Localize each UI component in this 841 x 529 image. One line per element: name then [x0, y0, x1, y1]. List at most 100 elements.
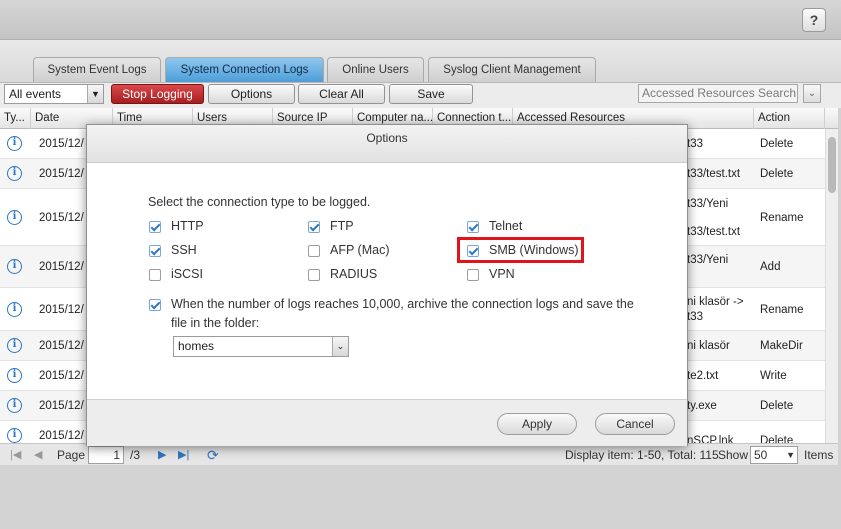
- afp-label: AFP (Mac): [330, 243, 390, 257]
- archive-folder-select[interactable]: homes ⌄: [173, 336, 349, 357]
- items-per-page-select[interactable]: 50 ▼: [750, 446, 798, 464]
- cancel-button[interactable]: Cancel: [595, 413, 675, 435]
- row-date: 2015/12/: [39, 370, 84, 382]
- info-icon: i: [7, 338, 22, 353]
- row-resource: ni klasör: [687, 340, 730, 352]
- row-date: 2015/12/: [39, 168, 84, 180]
- vertical-scrollbar[interactable]: [825, 129, 838, 443]
- options-button[interactable]: Options: [208, 84, 295, 104]
- items-per-page-value: 50: [754, 448, 768, 462]
- ftp-label: FTP: [330, 219, 354, 233]
- row-resource: t33/Yeni: [687, 254, 729, 266]
- archive-text-line1: When the number of logs reaches 10,000, …: [171, 297, 634, 311]
- items-label: Items: [804, 448, 834, 462]
- save-button[interactable]: Save: [389, 84, 473, 104]
- row-date: 2015/12/: [39, 261, 84, 273]
- row-date: 2015/12/: [39, 138, 84, 150]
- page-number-input[interactable]: 1: [88, 446, 124, 464]
- row-resource: t33: [687, 138, 703, 150]
- row-action: Delete: [760, 400, 794, 412]
- archive-folder-value: homes: [178, 339, 215, 353]
- bottom-area: [0, 466, 841, 529]
- tab-syslog-client-management[interactable]: Syslog Client Management: [428, 57, 596, 82]
- row-resource: ty.exe: [687, 400, 717, 412]
- radius-label: RADIUS: [330, 267, 378, 281]
- page-label: Page: [57, 448, 86, 462]
- first-page-icon[interactable]: |◀: [10, 444, 21, 466]
- row-date: 2015/12/: [39, 430, 84, 442]
- last-page-icon[interactable]: ▶|: [178, 444, 189, 466]
- info-icon: i: [7, 210, 22, 225]
- help-icon: ?: [809, 12, 819, 28]
- telnet-checkbox[interactable]: [467, 221, 479, 233]
- dialog-title: Options: [87, 125, 687, 163]
- ssh-checkbox[interactable]: [149, 245, 161, 257]
- row-action: Write: [760, 370, 787, 382]
- http-label: HTTP: [171, 219, 204, 233]
- http-checkbox[interactable]: [149, 221, 161, 233]
- stop-logging-button[interactable]: Stop Logging: [111, 84, 204, 104]
- scrollbar-thumb[interactable]: [828, 137, 836, 193]
- tab-system-connection-logs[interactable]: System Connection Logs: [165, 57, 324, 82]
- info-icon: i: [7, 428, 22, 443]
- accessed-resources-search-input[interactable]: Accessed Resources Search: [638, 84, 798, 103]
- row-resource: t33/test.txt: [687, 168, 741, 180]
- pagination-bar: |◀ ◀ Page 1 /3 ▶ ▶| ⟳ Display item: 1-50…: [0, 443, 838, 465]
- event-filter-value: All events: [9, 87, 62, 101]
- ftp-checkbox[interactable]: [308, 221, 320, 233]
- info-icon: i: [7, 166, 22, 181]
- info-icon: i: [7, 368, 22, 383]
- event-filter-select[interactable]: All events ▼: [4, 84, 104, 104]
- row-date: 2015/12/: [39, 340, 84, 352]
- ssh-label: SSH: [171, 243, 197, 257]
- vpn-label: VPN: [489, 267, 515, 281]
- info-icon: i: [7, 302, 22, 317]
- search-options-dropdown[interactable]: ⌄: [803, 84, 821, 103]
- row-resource: t33/Yeni: [687, 198, 729, 210]
- archive-checkbox[interactable]: [149, 299, 161, 311]
- apply-button[interactable]: Apply: [497, 413, 577, 435]
- vpn-checkbox[interactable]: [467, 269, 479, 281]
- next-page-icon[interactable]: ▶: [158, 444, 166, 466]
- telnet-label: Telnet: [489, 219, 523, 233]
- row-action: Delete: [760, 168, 794, 180]
- tab-online-users[interactable]: Online Users: [327, 57, 424, 82]
- info-icon: i: [7, 259, 22, 274]
- info-icon: i: [7, 136, 22, 151]
- smb-highlight-box: [457, 237, 584, 263]
- total-pages: /3: [130, 448, 141, 462]
- options-dialog: Options Select the connection type to be…: [86, 124, 688, 446]
- refresh-icon[interactable]: ⟳: [207, 444, 219, 466]
- row-action: Delete: [760, 138, 794, 150]
- help-button[interactable]: ?: [802, 8, 826, 32]
- chevron-down-icon: ⌄: [332, 337, 348, 356]
- iscsi-checkbox[interactable]: [149, 269, 161, 281]
- column-action[interactable]: Action: [754, 108, 825, 129]
- column-type[interactable]: Ty...: [0, 108, 31, 129]
- afp-checkbox[interactable]: [308, 245, 320, 257]
- row-action: MakeDir: [760, 340, 803, 352]
- chevron-down-icon: ⌄: [807, 88, 817, 99]
- row-date: 2015/12/: [39, 212, 84, 224]
- tab-system-event-logs[interactable]: System Event Logs: [33, 57, 161, 82]
- row-resource-line2: t33: [687, 311, 703, 323]
- clear-all-button[interactable]: Clear All: [298, 84, 385, 104]
- connection-type-instruction: Select the connection type to be logged.: [148, 195, 371, 209]
- row-resource: nSCP.lnk: [687, 435, 734, 443]
- row-resource: te2.txt: [687, 370, 719, 382]
- info-icon: i: [7, 398, 22, 413]
- row-action: Delete: [760, 435, 794, 443]
- dropdown-arrow-icon: ▼: [786, 450, 795, 460]
- row-date: 2015/12/: [39, 304, 84, 316]
- dropdown-arrow-icon: ▼: [87, 85, 103, 103]
- prev-page-icon[interactable]: ◀: [34, 444, 42, 466]
- row-action: Rename: [760, 304, 804, 316]
- dialog-footer: Apply Cancel: [87, 399, 687, 446]
- row-date: 2015/12/: [39, 400, 84, 412]
- top-bar: ?: [0, 0, 841, 40]
- row-action: Add: [760, 261, 781, 273]
- row-resource: ni klasör ->: [687, 296, 744, 308]
- radius-checkbox[interactable]: [308, 269, 320, 281]
- display-info: Display item: 1-50, Total: 115: [565, 448, 719, 462]
- show-label: Show: [718, 448, 749, 462]
